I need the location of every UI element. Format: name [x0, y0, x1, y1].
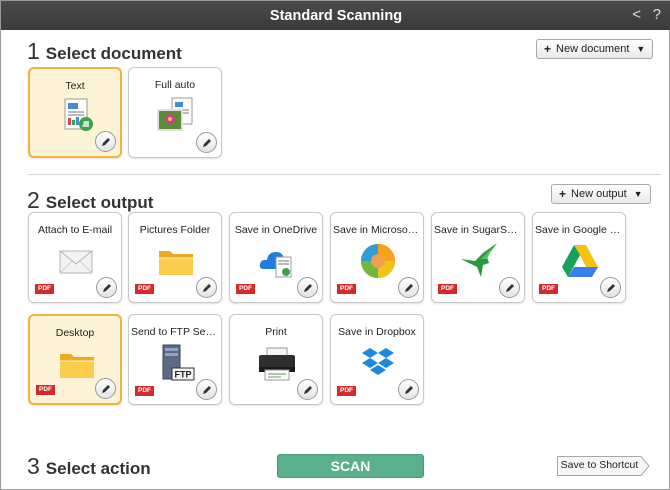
new-output-label: New output — [571, 188, 627, 200]
envelope-icon — [56, 241, 96, 281]
output-tile-email[interactable]: Attach to E-mail PDF — [28, 212, 122, 303]
section-select-document: 1 Select document — [27, 38, 182, 65]
pdf-badge: PDF — [539, 284, 558, 294]
text-document-icon — [57, 97, 97, 137]
pencil-icon — [506, 284, 514, 292]
tile-label: Save in Google Dri... — [535, 224, 623, 236]
pencil-icon — [607, 284, 615, 292]
pdf-badge: PDF — [337, 386, 356, 396]
output-tile-pictures-folder[interactable]: Pictures Folder PDF — [128, 212, 222, 303]
window-title: Standard Scanning — [269, 8, 403, 24]
section-number: 3 — [27, 453, 40, 479]
ftp-server-icon: FTP — [156, 343, 196, 383]
pencil-icon — [405, 284, 413, 292]
dropbox-icon — [358, 343, 398, 383]
folder-icon — [156, 241, 196, 281]
tile-label: Save in SugarSync — [434, 224, 522, 236]
onedrive-icon — [257, 241, 297, 281]
tile-label: Text — [65, 80, 85, 92]
section-label: Select document — [45, 44, 182, 63]
section-label: Select action — [45, 459, 151, 478]
title-bar: Standard Scanning < ? — [1, 1, 670, 30]
pdf-badge: PDF — [135, 386, 154, 396]
plus-icon: + — [559, 187, 567, 201]
edit-pencil-button[interactable] — [398, 379, 419, 400]
scanning-window: Standard Scanning < ? 1 Select document … — [0, 0, 670, 490]
new-document-button[interactable]: + New document ▼ — [536, 39, 654, 59]
edit-pencil-button[interactable] — [196, 277, 217, 298]
edit-pencil-button[interactable] — [398, 277, 419, 298]
pencil-icon — [102, 138, 110, 146]
pdf-badge: PDF — [337, 284, 356, 294]
pencil-icon — [405, 386, 413, 394]
pencil-icon — [203, 139, 211, 147]
tile-label: Full auto — [154, 79, 196, 91]
output-tile-google-drive[interactable]: Save in Google Dri... PDF — [532, 212, 626, 303]
save-to-shortcut-button[interactable]: Save to Shortcut — [557, 456, 650, 476]
pdf-badge: PDF — [236, 284, 255, 294]
pencil-icon — [103, 284, 111, 292]
edit-pencil-button[interactable] — [196, 379, 217, 400]
document-tile-full-auto[interactable]: Full auto — [128, 67, 222, 158]
new-output-button[interactable]: + New output ▼ — [551, 184, 651, 204]
section-select-action: 3 Select action — [27, 453, 151, 480]
caret-down-icon: ▼ — [633, 189, 643, 199]
pdf-badge: PDF — [438, 284, 457, 294]
svg-text:FTP: FTP — [175, 370, 192, 380]
output-tile-onedrive[interactable]: Save in OneDrive PDF — [229, 212, 323, 303]
tile-label: Save in Microsoft S... — [333, 224, 421, 236]
tile-label: Print — [265, 326, 287, 338]
new-document-label: New document — [556, 43, 630, 55]
folder-icon — [57, 344, 97, 384]
tile-label: Attach to E-mail — [37, 224, 113, 236]
output-tile-desktop[interactable]: Desktop PDF — [28, 314, 122, 405]
section-label: Select output — [45, 193, 154, 212]
output-tile-print[interactable]: Print — [229, 314, 323, 405]
caret-down-icon: ▼ — [636, 44, 646, 54]
tile-label: Save in OneDrive — [234, 224, 318, 236]
tile-label: Send to FTP Server — [131, 326, 219, 338]
back-button[interactable]: < — [632, 6, 641, 23]
printer-icon — [257, 343, 297, 383]
pdf-badge: PDF — [36, 385, 55, 395]
section-number: 2 — [27, 187, 40, 213]
edit-pencil-button[interactable] — [600, 277, 621, 298]
pdf-badge: PDF — [135, 284, 154, 294]
google-drive-icon — [560, 241, 600, 281]
pencil-icon — [203, 284, 211, 292]
output-tile-sugarsync[interactable]: Save in SugarSync PDF — [431, 212, 525, 303]
section-select-output: 2 Select output — [27, 187, 153, 214]
edit-pencil-button[interactable] — [297, 277, 318, 298]
output-tile-microsoft-sharepoint[interactable]: Save in Microsoft S... PDF — [330, 212, 424, 303]
pdf-badge: PDF — [35, 284, 54, 294]
output-tile-ftp-server[interactable]: Send to FTP Server FTP PDF — [128, 314, 222, 405]
section-divider — [28, 174, 661, 175]
edit-pencil-button[interactable] — [297, 379, 318, 400]
pencil-icon — [203, 386, 211, 394]
plus-icon: + — [544, 42, 552, 56]
document-tile-text[interactable]: Text — [28, 67, 122, 158]
pencil-icon — [304, 386, 312, 394]
section-number: 1 — [27, 38, 40, 64]
edit-pencil-button[interactable] — [196, 132, 217, 153]
pencil-icon — [304, 284, 312, 292]
edit-pencil-button[interactable] — [95, 131, 116, 152]
full-auto-photo-icon — [156, 96, 196, 136]
tile-label: Save in Dropbox — [338, 326, 416, 338]
pencil-icon — [102, 385, 110, 393]
microsoft-sharepoint-icon — [358, 241, 398, 281]
edit-pencil-button[interactable] — [95, 378, 116, 399]
sugarsync-hummingbird-icon — [459, 241, 499, 281]
save-to-shortcut-label: Save to Shortcut — [560, 459, 639, 471]
output-tile-dropbox[interactable]: Save in Dropbox PDF — [330, 314, 424, 405]
scan-button[interactable]: SCAN — [277, 454, 424, 478]
tile-label: Desktop — [55, 327, 95, 339]
edit-pencil-button[interactable] — [96, 277, 117, 298]
tile-label: Pictures Folder — [139, 224, 211, 236]
edit-pencil-button[interactable] — [499, 277, 520, 298]
help-button[interactable]: ? — [653, 6, 661, 23]
